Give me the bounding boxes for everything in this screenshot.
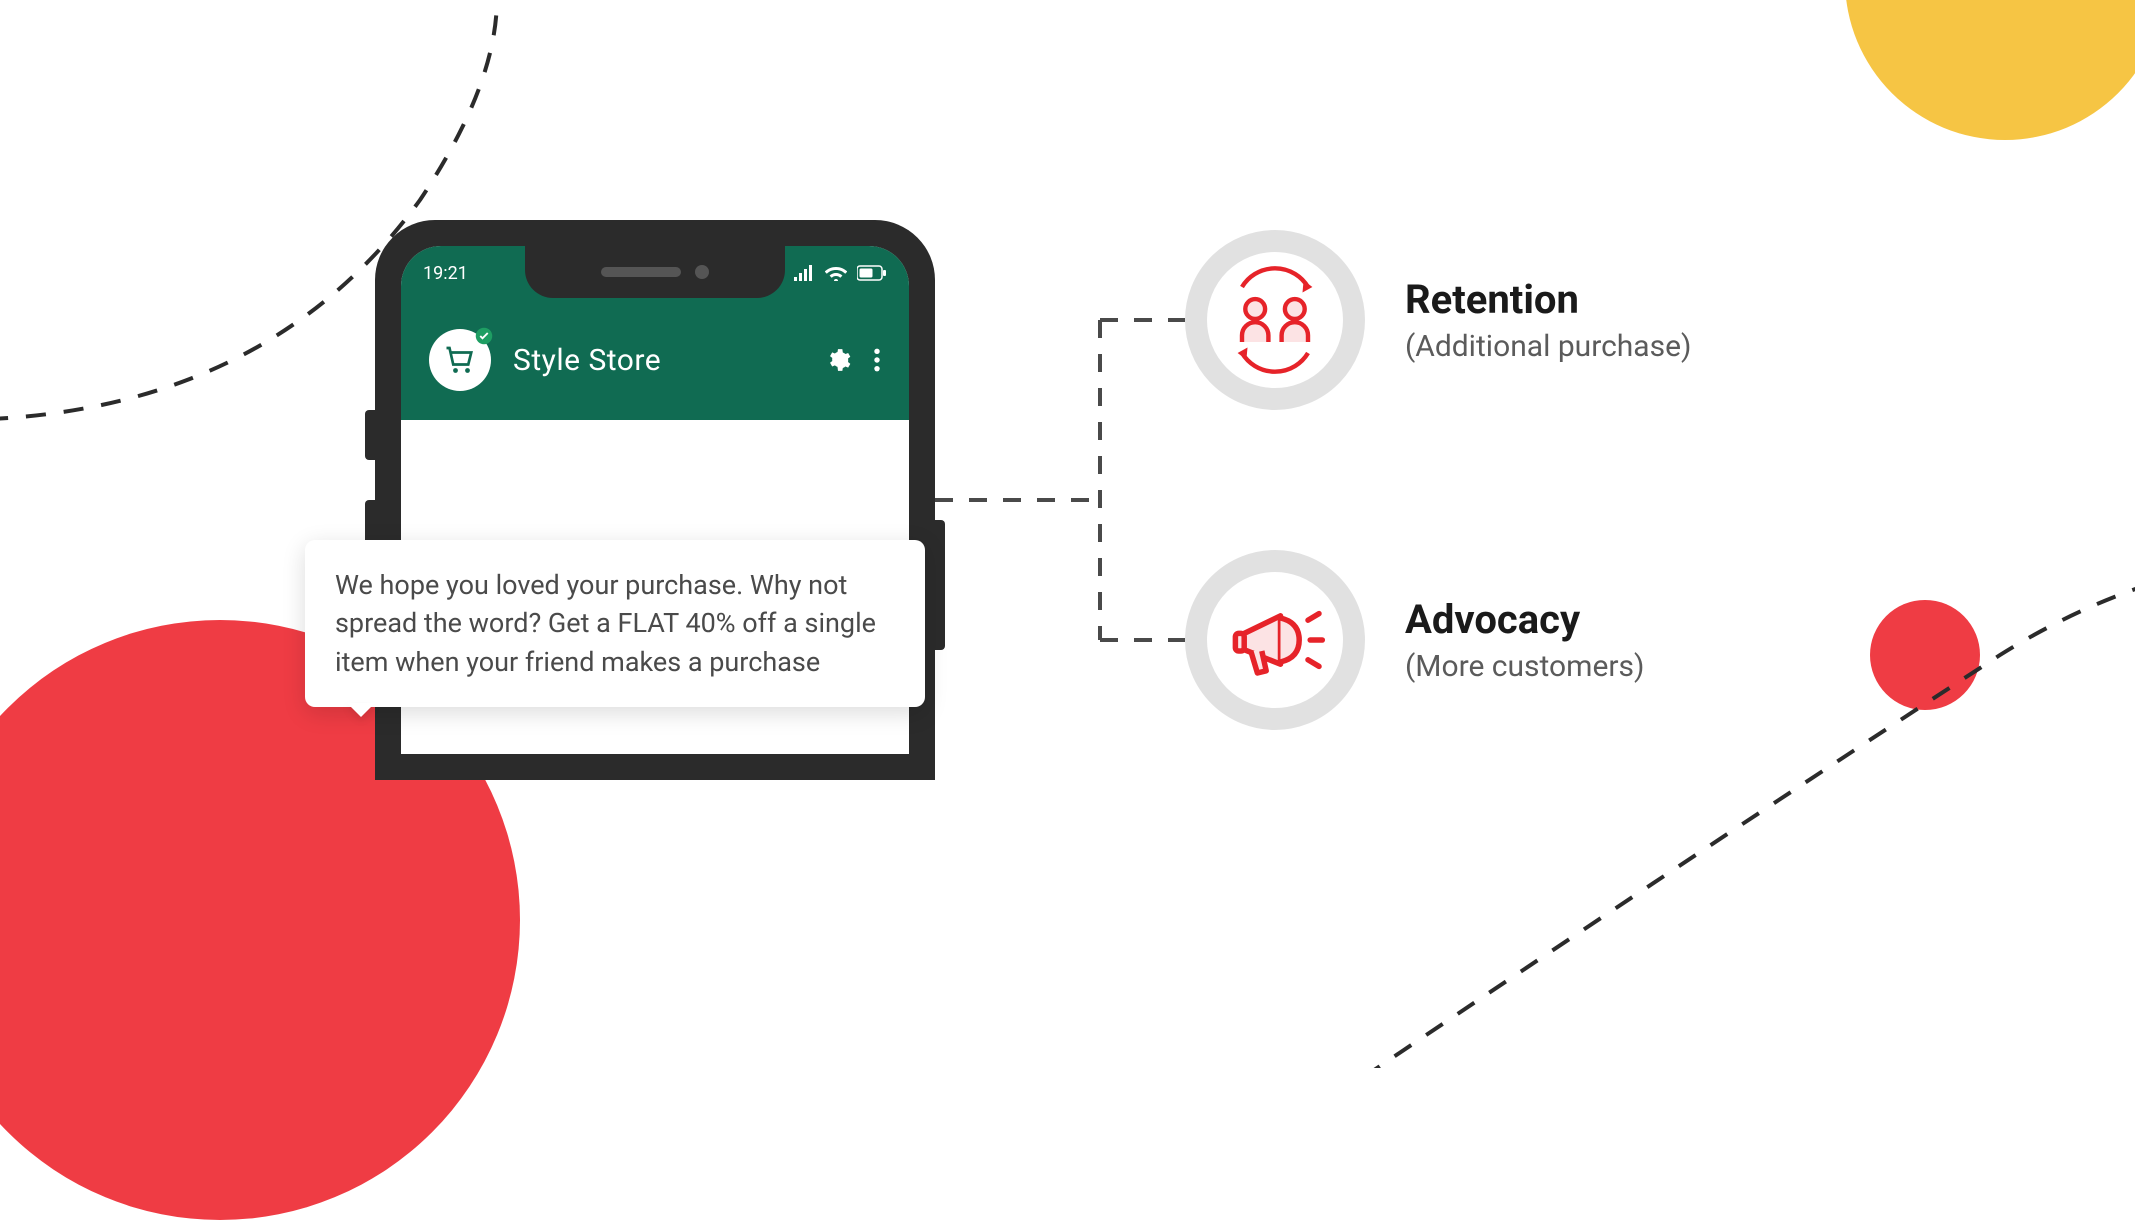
advocacy-title: Advocacy	[1405, 596, 1644, 643]
battery-icon	[857, 265, 887, 281]
retention-icon-ring	[1185, 230, 1365, 410]
outcome-retention: Retention (Additional purchase)	[1185, 230, 1691, 410]
more-icon	[873, 347, 881, 373]
status-time: 19:21	[423, 263, 468, 284]
chat-title: Style Store	[513, 343, 803, 378]
signal-icon	[793, 265, 815, 281]
advocacy-subtitle: (More customers)	[1405, 649, 1644, 684]
retention-icon	[1220, 265, 1330, 375]
outcome-advocacy: Advocacy (More customers)	[1185, 550, 1644, 730]
chat-header: Style Store	[401, 300, 909, 420]
diagram-canvas: 19:21 Style Store	[0, 0, 2135, 1068]
advocacy-icon-ring	[1185, 550, 1365, 730]
retention-subtitle: (Additional purchase)	[1405, 329, 1691, 364]
retention-title: Retention	[1405, 276, 1691, 323]
status-indicators	[793, 265, 887, 281]
wifi-icon	[825, 265, 847, 281]
gear-icon	[825, 347, 851, 373]
phone-notch	[525, 246, 785, 298]
phone-side-button	[365, 410, 375, 460]
cart-icon	[442, 342, 478, 378]
chat-message-text: We hope you loved your purchase. Why not…	[335, 569, 876, 678]
phone-side-button	[935, 520, 945, 650]
decor-circle-red-small	[1870, 600, 1980, 710]
verified-badge-icon	[475, 327, 493, 345]
megaphone-icon	[1220, 585, 1330, 695]
store-avatar	[429, 329, 491, 391]
chat-message-bubble: We hope you loved your purchase. Why not…	[305, 540, 925, 707]
decor-circle-yellow	[1845, 0, 2135, 140]
